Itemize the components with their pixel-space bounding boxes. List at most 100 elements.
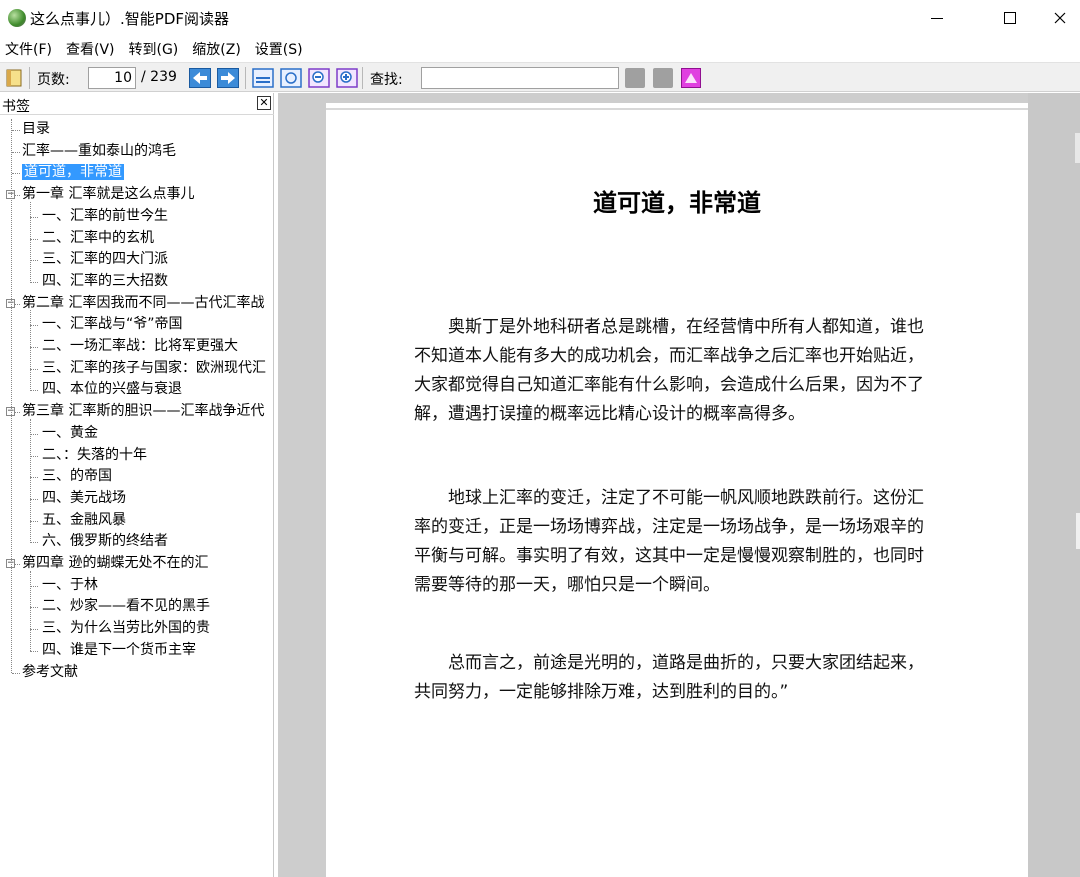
tree-connector	[12, 151, 20, 153]
zoom-in-icon[interactable]	[336, 68, 358, 88]
bookmark-item[interactable]: 汇率——重如泰山的鸿毛	[22, 141, 272, 162]
menu-settings[interactable]: 设置(S)	[255, 39, 303, 59]
bookmark-label: 汇率——重如泰山的鸿毛	[22, 142, 176, 159]
bookmark-label: 参考文献	[22, 663, 78, 680]
search-next-icon[interactable]	[653, 68, 673, 88]
bookmark-item[interactable]: 五、金融风暴	[42, 510, 272, 531]
zoom-out-icon[interactable]	[308, 68, 330, 88]
bookmark-label: 一、汇率战与“爷”帝国	[42, 316, 183, 333]
scrollbar-thumb[interactable]	[1076, 513, 1080, 549]
menu-bar: 文件(F) 查看(V) 转到(G) 缩放(Z) 设置(S)	[0, 36, 1080, 62]
menu-goto[interactable]: 转到(G)	[129, 39, 179, 59]
tree-connector	[30, 260, 38, 262]
bookmark-label: 三、的帝国	[42, 468, 112, 485]
toolbar-separator	[29, 67, 30, 89]
scroll-indicator	[1075, 133, 1080, 163]
chapter-title: 道可道，非常道	[593, 188, 761, 217]
bookmark-item[interactable]: 四、谁是下一个货币主宰	[42, 640, 272, 661]
bookmark-item[interactable]: 目录	[22, 119, 272, 140]
bookmark-label: 三、汇率的四大门派	[42, 251, 168, 268]
tree-connector	[30, 477, 38, 479]
search-highlight-icon[interactable]	[681, 68, 701, 88]
bookmark-item[interactable]: 参考文献	[22, 662, 272, 683]
bookmark-item[interactable]: 六、俄罗斯的终结者	[42, 531, 272, 552]
fit-width-icon[interactable]	[252, 68, 274, 88]
bookmark-item[interactable]: 四、汇率的三大招数	[42, 271, 272, 292]
paragraph: 地球上汇率的变迁，注定了不可能一帆风顺地跌跌前行。这份汇率的变迁，正是一场场博弈…	[414, 484, 930, 600]
pdf-page: 道可道，非常道 奥斯丁是外地科研者总是跳槽，在经营情中所有人都知道，谁也不知道本…	[326, 103, 1028, 877]
tree-connector	[11, 119, 12, 673]
bookmark-label: 六、俄罗斯的终结者	[42, 533, 168, 550]
menu-zoom[interactable]: 缩放(Z)	[192, 39, 241, 59]
bookmark-item[interactable]: 一、汇率的前世今生	[42, 206, 272, 227]
tree-connector	[30, 570, 31, 652]
fit-page-icon[interactable]	[280, 68, 302, 88]
bookmark-label: 四、谁是下一个货币主宰	[42, 641, 196, 658]
tree-connector	[30, 238, 38, 240]
app-logo-icon	[8, 9, 26, 27]
tree-connector	[30, 325, 38, 327]
bookmark-item[interactable]: 一、汇率战与“爷”帝国	[42, 314, 272, 335]
search-previous-icon[interactable]	[625, 68, 645, 88]
bookmark-item[interactable]: 三、汇率的孩子与国家：欧洲现代汇	[42, 358, 272, 379]
bookmark-chapter[interactable]: 第二章 汇率因我而不同——古代汇率战	[22, 293, 272, 314]
bookmark-panel: 书签 ✕ 目录 汇率——重如泰山的鸿毛 道可道，非常道 第一章 汇率就是这么点事儿 − 一…	[0, 93, 274, 877]
bookmark-toggle-icon[interactable]	[5, 68, 25, 88]
document-view[interactable]: 道可道，非常道 奥斯丁是外地科研者总是跳槽，在经营情中所有人都知道，谁也不知道本…	[278, 93, 1080, 877]
next-page-icon[interactable]	[217, 68, 239, 88]
tree-connector	[30, 650, 38, 652]
search-input[interactable]	[421, 67, 619, 89]
search-label: 查找:	[370, 72, 403, 88]
bookmark-label: 三、为什么当劳比外国的贵	[42, 620, 210, 637]
toolbar-separator	[362, 67, 363, 89]
bookmark-panel-title: 书签	[2, 99, 30, 115]
bookmark-item[interactable]: 二、汇率中的玄机	[42, 228, 272, 249]
bookmark-label: 第一章 汇率就是这么点事儿	[22, 186, 195, 203]
bookmark-chapter[interactable]: 第四章 逊的蝴蝶无处不在的汇	[22, 553, 272, 574]
bookmark-label: 五、金融风暴	[42, 511, 126, 528]
close-button[interactable]	[1040, 0, 1080, 36]
vertical-scrollbar[interactable]	[1028, 93, 1080, 877]
bookmark-label: 一、黄金	[42, 424, 98, 441]
close-icon	[1054, 12, 1066, 24]
paragraph: 总而言之，前途是光明的，道路是曲折的，只要大家团结起来，共同努力，一定能够排除万…	[414, 649, 930, 707]
paragraph-text: 总而言之，前途是光明的，道路是曲折的，只要大家团结起来，共同努力，一定能够排除万…	[414, 653, 924, 702]
bookmark-item[interactable]: 道可道，非常道	[22, 162, 272, 183]
bookmark-item[interactable]: 二、：失落的十年	[42, 445, 272, 466]
tree-connector	[30, 585, 38, 587]
page-label: 页数:	[37, 72, 70, 88]
menu-view[interactable]: 查看(V)	[66, 39, 115, 59]
paragraph-text: 奥斯丁是外地科研者总是跳槽，在经营情中所有人都知道，谁也不知道本人能有多大的成功…	[414, 317, 924, 424]
page-number-input[interactable]: 10	[88, 67, 136, 89]
bookmark-label: 第三章 汇率斯的胆识——汇率战争近代	[22, 403, 265, 420]
tree-connector	[30, 310, 31, 392]
bookmark-item[interactable]: 三、汇率的四大门派	[42, 249, 272, 270]
bookmark-item[interactable]: 一、黄金	[42, 423, 272, 444]
bookmark-item[interactable]: 一、于林	[42, 575, 272, 596]
maximize-button[interactable]	[981, 0, 1039, 36]
bookmark-panel-close-button[interactable]: ✕	[257, 96, 271, 110]
bookmark-label: 四、美元战场	[42, 489, 126, 506]
bookmark-item[interactable]: 二、炒家——看不见的黑手	[42, 596, 272, 617]
tree-connector	[30, 455, 38, 457]
tree-connector	[30, 498, 38, 500]
bookmark-item[interactable]: 四、美元战场	[42, 488, 272, 509]
menu-file[interactable]: 文件(F)	[5, 39, 52, 59]
bookmark-item[interactable]: 二、一场汇率战：比将军更强大	[42, 336, 272, 357]
bookmark-chapter[interactable]: 第一章 汇率就是这么点事儿	[22, 184, 272, 205]
close-icon: ✕	[259, 96, 269, 109]
minimize-icon	[931, 17, 943, 19]
bookmark-item[interactable]: 三、为什么当劳比外国的贵	[42, 618, 272, 639]
bookmark-label: 二、炒家——看不见的黑手	[42, 598, 210, 615]
title-bar: 这么点事儿）.智能PDF阅读器	[0, 0, 1080, 36]
previous-page-icon[interactable]	[189, 68, 211, 88]
tree-connector	[30, 542, 38, 544]
bookmark-label: 第四章 逊的蝴蝶无处不在的汇	[22, 555, 209, 571]
toolbar: 页数: 10 / 239 查找:	[0, 62, 1080, 92]
tree-connector	[30, 281, 38, 283]
bookmark-item[interactable]: 三、的帝国	[42, 466, 272, 487]
bookmark-chapter[interactable]: 第三章 汇率斯的胆识——汇率战争近代	[22, 401, 272, 422]
paragraph-text: 地球上汇率的变迁，注定了不可能一帆风顺地跌跌前行。这份汇率的变迁，正是一场场博弈…	[414, 488, 924, 595]
bookmark-item[interactable]: 四、本位的兴盛与衰退	[42, 379, 272, 400]
minimize-button[interactable]	[908, 0, 966, 36]
